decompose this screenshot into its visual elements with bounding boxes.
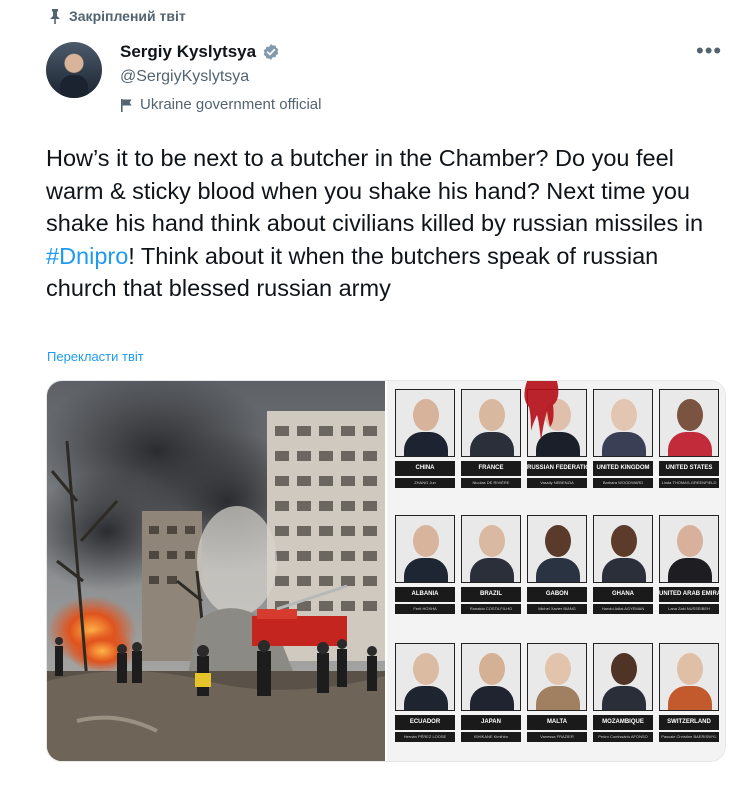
avatar[interactable] <box>46 42 102 98</box>
council-member-card: MOZAMBIQUE Pedro Comissário AFONSO <box>593 643 653 742</box>
member-country: MOZAMBIQUE <box>593 715 653 730</box>
member-portrait <box>527 643 587 711</box>
member-representative: Vassily NEBENZIA <box>527 478 587 488</box>
author-name[interactable]: Sergiy Kyslytsya <box>120 42 256 62</box>
member-country: GHANA <box>593 587 653 602</box>
member-country: UNITED ARAB EMIRATES <box>659 587 719 602</box>
government-label: Ukraine government official <box>120 96 321 113</box>
translate-tweet-link[interactable]: Перекласти твіт <box>47 349 144 364</box>
member-portrait <box>593 643 653 711</box>
member-country: SWITZERLAND <box>659 715 719 730</box>
member-portrait <box>461 389 521 457</box>
council-member-card: CHINA ZHANG Jun <box>395 389 455 488</box>
council-member-card: ECUADOR Hernán PÉREZ LOOSE <box>395 643 455 742</box>
pinned-label: Закріплений твіт <box>69 8 186 24</box>
member-country: UNITED KINGDOM <box>593 461 653 476</box>
member-portrait <box>659 389 719 457</box>
blood-splatter-graphic <box>524 381 559 441</box>
verified-badge-icon <box>263 44 279 60</box>
tweet-text-after: ! Think about it when the butchers speak… <box>46 242 659 302</box>
member-representative: Ferit HOXHA <box>395 604 455 614</box>
member-representative: Pascale Christine BAERISWYL <box>659 732 719 742</box>
council-member-card: GHANA Harold Adlai AGYEMAN <box>593 515 653 614</box>
council-member-card: UNITED ARAB EMIRATES Lana Zaki NUSSEIBEH <box>659 515 719 614</box>
council-member-card: BRAZIL Ronaldo COSTA FILHO <box>461 515 521 614</box>
member-portrait <box>395 643 455 711</box>
member-portrait <box>593 389 653 457</box>
member-country: GABON <box>527 587 587 602</box>
member-representative: ISHIKANE Kimihiro <box>461 732 521 742</box>
member-representative: Harold Adlai AGYEMAN <box>593 604 653 614</box>
member-portrait <box>461 643 521 711</box>
member-country: JAPAN <box>461 715 521 730</box>
member-portrait <box>593 515 653 583</box>
member-country: RUSSIAN FEDERATION <box>527 461 587 476</box>
member-portrait <box>395 515 455 583</box>
tweet-text-before: How’s it to be next to a butcher in the … <box>46 145 704 236</box>
member-representative: Lana Zaki NUSSEIBEH <box>659 604 719 614</box>
council-member-card: FRANCE Nicolas DE RIVIÈRE <box>461 389 521 488</box>
council-member-card: SWITZERLAND Pascale Christine BAERISWYL <box>659 643 719 742</box>
tweet-media[interactable]: CHINA ZHANG Jun FRANCE Nicolas DE RIVIÈRE RU… <box>46 380 726 762</box>
member-country: MALTA <box>527 715 587 730</box>
flag-icon <box>121 98 132 112</box>
member-representative: Ronaldo COSTA FILHO <box>461 604 521 614</box>
tweet-text: How’s it to be next to a butcher in the … <box>46 142 726 305</box>
pin-icon <box>50 9 60 24</box>
government-label-text: Ukraine government official <box>140 96 322 113</box>
member-country: ALBANIA <box>395 587 455 602</box>
author-handle[interactable]: @SergiyKyslytsya <box>120 68 249 86</box>
member-portrait <box>659 643 719 711</box>
council-member-card: MALTA Vanessa FRAZIER <box>527 643 587 742</box>
member-country: BRAZIL <box>461 587 521 602</box>
member-portrait <box>395 389 455 457</box>
member-representative: Pedro Comissário AFONSO <box>593 732 653 742</box>
member-representative: Vanessa FRAZIER <box>527 732 587 742</box>
pinned-tweet-indicator: Закріплений твіт <box>49 8 186 24</box>
member-country: ECUADOR <box>395 715 455 730</box>
member-representative: Linda THOMAS-GREENFIELD <box>659 478 719 488</box>
member-country: CHINA <box>395 461 455 476</box>
member-country: UNITED STATES <box>659 461 719 476</box>
council-member-card: ALBANIA Ferit HOXHA <box>395 515 455 614</box>
member-representative: Hernán PÉREZ LOOSE <box>395 732 455 742</box>
member-representative: Barbara WOODWARD <box>593 478 653 488</box>
member-portrait <box>659 515 719 583</box>
member-representative: Michel Xavier BIANG <box>527 604 587 614</box>
council-member-card: JAPAN ISHIKANE Kimihiro <box>461 643 521 742</box>
member-portrait <box>527 515 587 583</box>
hashtag-link[interactable]: #Dnipro <box>46 243 128 269</box>
dnipro-strike-photo[interactable] <box>47 381 385 761</box>
member-representative: ZHANG Jun <box>395 478 455 488</box>
council-member-card: UNITED STATES Linda THOMAS-GREENFIELD <box>659 389 719 488</box>
member-portrait <box>461 515 521 583</box>
member-country: FRANCE <box>461 461 521 476</box>
council-member-card: UNITED KINGDOM Barbara WOODWARD <box>593 389 653 488</box>
more-options-button[interactable]: ••• <box>696 38 722 64</box>
member-representative: Nicolas DE RIVIÈRE <box>461 478 521 488</box>
council-member-card: GABON Michel Xavier BIANG <box>527 515 587 614</box>
